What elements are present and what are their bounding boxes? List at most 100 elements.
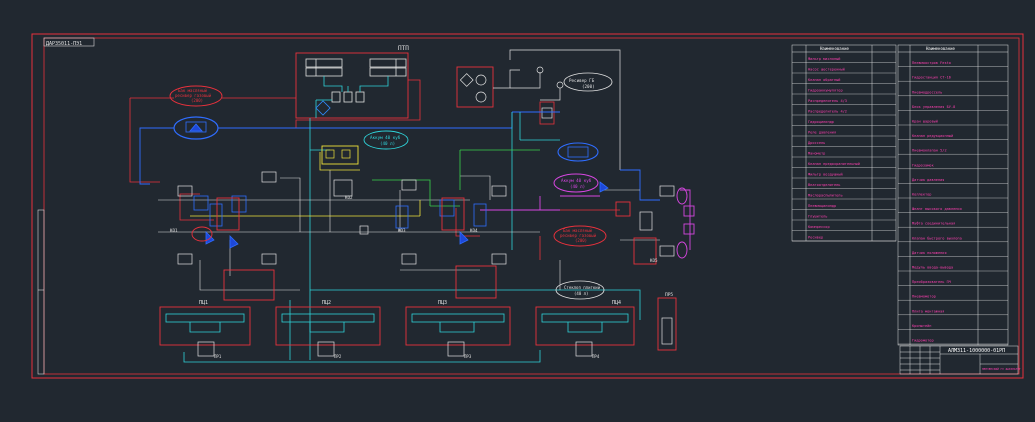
magenta-group (676, 187, 695, 259)
spec-left-row-text: Ресивер (808, 236, 823, 240)
spec-left-row-text: Насос шестеренный (808, 68, 845, 72)
spec-left-row-text: Распределитель 4/3 (808, 99, 847, 103)
compressor-box (456, 66, 494, 108)
compressor-pump (475, 91, 487, 103)
spec-right-header: Наименование (926, 46, 955, 51)
spec-right-row-text: Пневмоклапан 5/2 (912, 149, 947, 153)
drawing-stage: ДАРЗ5011-ПЭ1 ПТП Ресивер ГБ (200) Бак ма… (0, 0, 1035, 418)
valve-5-label: КО5 (650, 258, 658, 263)
red-valve-boxes (216, 197, 677, 351)
cylinder-group-4 (535, 306, 635, 357)
left-cluster (177, 171, 507, 265)
spec-right-row-text: Модуль ввода-вывода (912, 266, 953, 270)
spec-right-row-text: Клапан быстрого выхлопа (912, 235, 962, 240)
cylinder-group-1 (159, 306, 251, 357)
spec-right-row-text: Пневмоостров Festo (912, 61, 951, 65)
cylinder-group-2-label: ПЦ2 (322, 300, 331, 306)
spec-right-row-text: Пневмодроссель (912, 90, 942, 94)
spec-right-row-text: Гидромотор (912, 339, 934, 343)
yellow-lines (190, 152, 421, 217)
red-pump-right (615, 201, 631, 217)
upper-unit-box (295, 52, 409, 119)
spec-table-left-rows: Фильтр масляный Насос шестеренный Клапан о… (792, 57, 896, 242)
valve-2-label: КО2 (345, 195, 353, 200)
spec-left-header: Наименование (820, 46, 849, 51)
title-block-org: ПЕНЗЕНСКИЙ ГУ ФАКУЛЬТЕТ (982, 366, 1021, 371)
pressure-switch-1-label: ПР1 (214, 354, 222, 359)
spec-right-row-text: Кран шаровый (912, 120, 938, 124)
spec-right-row-text: Гидрозамок (912, 163, 934, 167)
spec-right-row-text: Плита монтажная (912, 309, 944, 313)
schematic-canvas: ДАРЗ5011-ПЭ1 ПТП Ресивер ГБ (200) Бак ма… (31, 33, 1024, 379)
spec-right-row-text: Преобразователь ПЧ (912, 279, 951, 284)
accumulator-left (363, 130, 409, 150)
pump-right-body (567, 146, 589, 158)
cylinder-group-2 (275, 306, 381, 357)
yellow-valve-2 (341, 149, 351, 159)
compressor-filter (459, 73, 474, 87)
valve-4-label: КО4 (470, 228, 478, 233)
accumulator-right-sub: (40 л) (570, 184, 585, 189)
receiver-valve (541, 107, 553, 119)
pump-left-body (185, 121, 207, 133)
compressor-motor (475, 74, 487, 86)
yellow-valve-1 (325, 149, 335, 159)
red-lines (129, 79, 620, 260)
spec-left-row-text: Реле давления (808, 131, 836, 135)
spec-left-row-text: Гидроаккумулятор (808, 89, 843, 93)
far-right-boxes (639, 185, 675, 257)
cabinet-label: ПР5 (665, 292, 673, 298)
spec-left-row-text: Фильтр масляный (808, 57, 840, 61)
tank-right-line-3: (200) (575, 238, 587, 243)
yellow-valve-block (321, 145, 359, 165)
receiver-top-label: Ресивер ГБ (569, 78, 595, 83)
title-block-designation: АЛМЗ11-1000000-01РП (948, 348, 1005, 354)
spec-left-row-text: Клапан предохранительный (808, 162, 860, 166)
red-pump-left (191, 226, 213, 242)
valve-3-label: КО3 (398, 228, 406, 233)
valve-1-label: КО1 (170, 228, 178, 233)
spec-right-row-text: Кронштейн (912, 324, 931, 328)
spec-right-row-text: Муфта соединительная (912, 222, 955, 226)
accumulator-left-label: Аккум 40 куб (370, 135, 401, 140)
spec-left-row-text: Манометр (808, 152, 825, 156)
spec-right-row-text: Датчик давления (912, 178, 944, 182)
pressure-switch-4-label: ПР4 (592, 354, 600, 359)
spec-table-right-rows: Пневмоостров Festo Гидростанция СТ-16 Пнев… (898, 61, 1008, 345)
cylinder-group-4-label: ПЦ4 (612, 300, 621, 306)
spec-right-row-text: Датчик положения (912, 251, 947, 255)
tank-left-line-3: (200) (191, 98, 203, 103)
spec-left-row-text: Клапан обратный (808, 77, 840, 82)
spec-left-row-text: Пневмоцилиндр (808, 204, 836, 208)
accumulator-right (553, 173, 599, 193)
cabinet-inner (661, 317, 673, 345)
pump-right (557, 142, 599, 162)
pressure-switch-2-label: ПР2 (334, 354, 342, 359)
spec-left-row-text: Глушитель (808, 215, 827, 219)
spec-left-row-text: Распределитель 4/2 (808, 110, 847, 114)
upper-filter (315, 100, 331, 116)
spec-right-row-text: Клапан редукционный (912, 134, 953, 138)
spec-left-row-text: Маслораспылитель (808, 194, 843, 198)
accumulator-bottom-label: Стеклоп плиткий (564, 285, 601, 290)
cylinder-group-3-label: ПЦ3 (438, 300, 447, 306)
spec-right-row-text: Коллектор (912, 193, 931, 197)
accumulator-bottom-sub: (40 л) (574, 291, 588, 296)
spec-left-row-text: Компрессор (808, 225, 830, 229)
corner-stamp-text: ДАРЗ5011-ПЭ1 (46, 41, 82, 47)
pressure-switch-3-label: ПР3 (464, 354, 472, 359)
outer-frame (31, 33, 1024, 379)
spec-left-row-text: Фильтр воздушный (808, 173, 843, 177)
receiver-top-sub: (200) (582, 84, 595, 89)
spec-left-row-text: Влагоотделитель (808, 183, 840, 187)
upper-unit-cylinders (305, 58, 407, 103)
blue-valves (193, 181, 609, 249)
spec-right-row-text: Блок управления БУ-8 (912, 105, 955, 109)
cylinder-group-1-label: ПЦ1 (199, 300, 208, 306)
left-binding-strip (37, 209, 45, 375)
accumulator-left-sub: (40 л) (380, 141, 395, 146)
upper-unit-label: ПТП (398, 45, 409, 52)
spec-left-row-text: Дроссель (808, 141, 825, 145)
spec-right-row-text: Пневмомотор (912, 295, 936, 299)
spec-right-row-text: Шланг высокого давления (912, 207, 962, 211)
